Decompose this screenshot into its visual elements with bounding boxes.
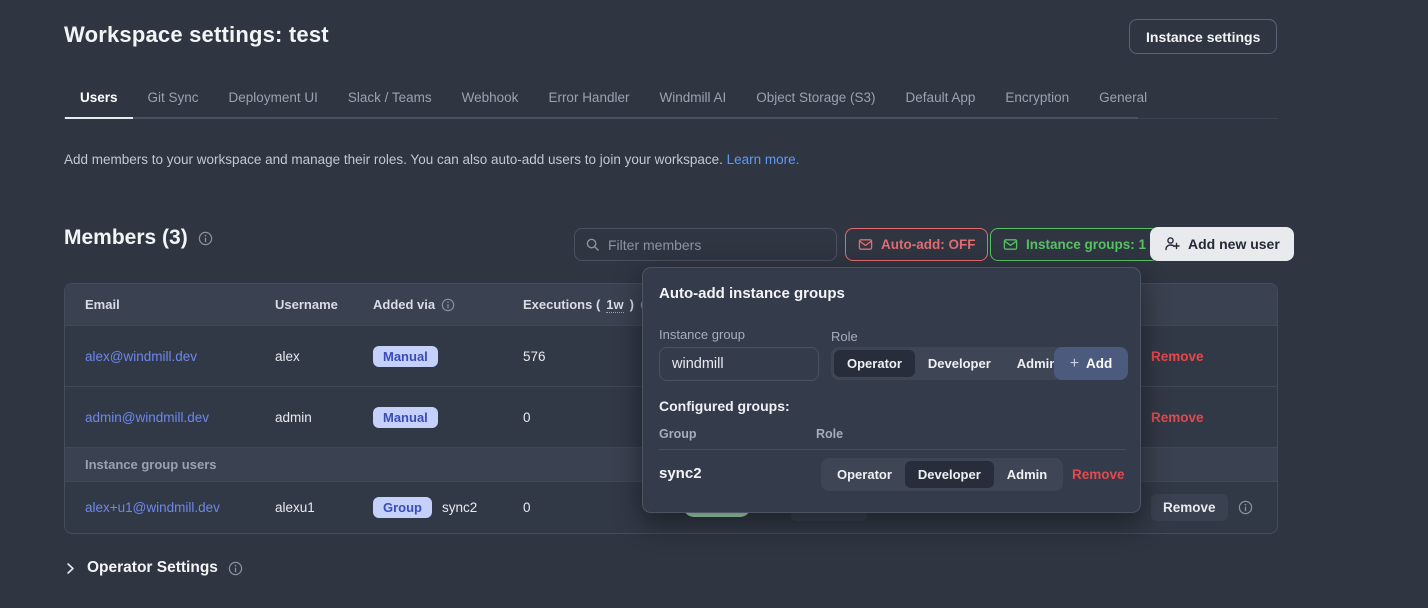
tab-error-handler[interactable]: Error Handler bbox=[533, 88, 644, 117]
settings-tabbar: Users Git Sync Deployment UI Slack / Tea… bbox=[64, 88, 1278, 119]
col-added-via: Added via bbox=[373, 284, 455, 325]
col-email: Email bbox=[85, 284, 120, 325]
role-label: Role bbox=[831, 329, 858, 344]
tab-webhook[interactable]: Webhook bbox=[447, 88, 534, 117]
remove-member-button[interactable]: Remove bbox=[1151, 410, 1204, 425]
added-via-badge: Group bbox=[373, 497, 432, 518]
added-via-badge: Manual bbox=[373, 346, 438, 367]
instance-groups-label: Instance groups: 1 bbox=[1026, 237, 1146, 252]
tab-default-app[interactable]: Default App bbox=[891, 88, 991, 117]
info-icon[interactable] bbox=[1238, 500, 1253, 515]
col-executions: Executions ( 1w) bbox=[523, 284, 654, 325]
tab-general[interactable]: General bbox=[1084, 88, 1162, 117]
member-executions: 0 bbox=[523, 482, 531, 533]
col-executions-prefix: Executions ( bbox=[523, 297, 600, 312]
filter-members-box bbox=[574, 228, 837, 261]
remove-member-button[interactable]: Remove bbox=[1151, 494, 1228, 521]
info-icon[interactable] bbox=[441, 298, 455, 312]
member-executions: 0 bbox=[523, 387, 531, 447]
role-option-operator[interactable]: Operator bbox=[834, 350, 915, 377]
popup-title: Auto-add instance groups bbox=[659, 285, 845, 302]
member-email-link[interactable]: admin@windmill.dev bbox=[85, 410, 209, 425]
configured-group-name: sync2 bbox=[659, 465, 702, 482]
search-icon bbox=[585, 237, 600, 252]
tab-encryption[interactable]: Encryption bbox=[990, 88, 1084, 117]
description-text: Add members to your workspace and manage… bbox=[64, 152, 723, 167]
instance-group-input[interactable] bbox=[659, 347, 819, 381]
tab-object-storage[interactable]: Object Storage (S3) bbox=[741, 88, 890, 117]
configured-groups-heading: Configured groups: bbox=[659, 398, 790, 414]
instance-settings-label: Instance settings bbox=[1146, 29, 1260, 45]
member-executions: 576 bbox=[523, 326, 546, 386]
instance-group-label: Instance group bbox=[659, 327, 745, 342]
add-group-label: Add bbox=[1086, 356, 1112, 371]
remove-group-button[interactable]: Remove bbox=[1072, 467, 1125, 482]
col-executions-suffix: ) bbox=[630, 297, 634, 312]
added-via-badge: Manual bbox=[373, 407, 438, 428]
add-new-user-label: Add new user bbox=[1188, 236, 1280, 252]
members-heading: Members (3) bbox=[64, 226, 213, 250]
member-username: admin bbox=[275, 387, 312, 447]
page-title: Workspace settings: test bbox=[64, 22, 329, 48]
info-icon[interactable] bbox=[198, 231, 213, 246]
divider bbox=[659, 449, 1126, 450]
tab-git-sync[interactable]: Git Sync bbox=[133, 88, 214, 117]
role-segmented-control: Operator Developer Admin bbox=[831, 347, 1073, 380]
info-icon[interactable] bbox=[228, 561, 243, 576]
tab-deployment-ui[interactable]: Deployment UI bbox=[214, 88, 333, 117]
auto-add-label: Auto-add: OFF bbox=[881, 237, 975, 252]
configured-col-group: Group bbox=[659, 427, 697, 441]
tab-users[interactable]: Users bbox=[65, 88, 133, 119]
tab-slack-teams[interactable]: Slack / Teams bbox=[333, 88, 447, 117]
col-username: Username bbox=[275, 284, 338, 325]
auto-add-button[interactable]: Auto-add: OFF bbox=[845, 228, 988, 261]
operator-settings-label: Operator Settings bbox=[87, 559, 218, 577]
section-label: Instance group users bbox=[85, 457, 216, 472]
role-option-operator[interactable]: Operator bbox=[824, 461, 905, 488]
tab-windmill-ai[interactable]: Windmill AI bbox=[644, 88, 741, 117]
member-email-link[interactable]: alex@windmill.dev bbox=[85, 349, 197, 364]
tab-list: Users Git Sync Deployment UI Slack / Tea… bbox=[64, 88, 1138, 119]
members-heading-label: Members (3) bbox=[64, 226, 188, 250]
mail-icon bbox=[858, 237, 873, 252]
chevron-right-icon bbox=[64, 562, 77, 575]
mail-icon bbox=[1003, 237, 1018, 252]
member-username: alex bbox=[275, 326, 300, 386]
learn-more-link[interactable]: Learn more. bbox=[727, 152, 800, 167]
operator-settings-toggle[interactable]: Operator Settings bbox=[64, 559, 243, 577]
role-option-admin[interactable]: Admin bbox=[994, 461, 1060, 488]
role-option-developer[interactable]: Developer bbox=[905, 461, 994, 488]
role-option-developer[interactable]: Developer bbox=[915, 350, 1004, 377]
added-via-group-name: sync2 bbox=[442, 500, 477, 515]
auto-add-popup: Auto-add instance groups Instance group … bbox=[642, 267, 1141, 513]
col-executions-window: 1w bbox=[606, 297, 623, 313]
member-username: alexu1 bbox=[275, 482, 315, 533]
configured-role-segmented-control: Operator Developer Admin bbox=[821, 458, 1063, 491]
plus-icon: + bbox=[1070, 355, 1079, 373]
filter-members-input[interactable] bbox=[608, 237, 808, 253]
instance-groups-button[interactable]: Instance groups: 1 bbox=[990, 228, 1159, 261]
add-group-button[interactable]: + Add bbox=[1054, 347, 1128, 380]
remove-member-button[interactable]: Remove bbox=[1151, 349, 1204, 364]
add-new-user-button[interactable]: Add new user bbox=[1150, 227, 1294, 261]
page-description: Add members to your workspace and manage… bbox=[64, 152, 799, 167]
user-plus-icon bbox=[1164, 236, 1180, 252]
col-added-via-label: Added via bbox=[373, 297, 435, 312]
instance-settings-button[interactable]: Instance settings bbox=[1129, 19, 1277, 54]
configured-col-role: Role bbox=[816, 427, 843, 441]
member-email-link[interactable]: alex+u1@windmill.dev bbox=[85, 500, 220, 515]
